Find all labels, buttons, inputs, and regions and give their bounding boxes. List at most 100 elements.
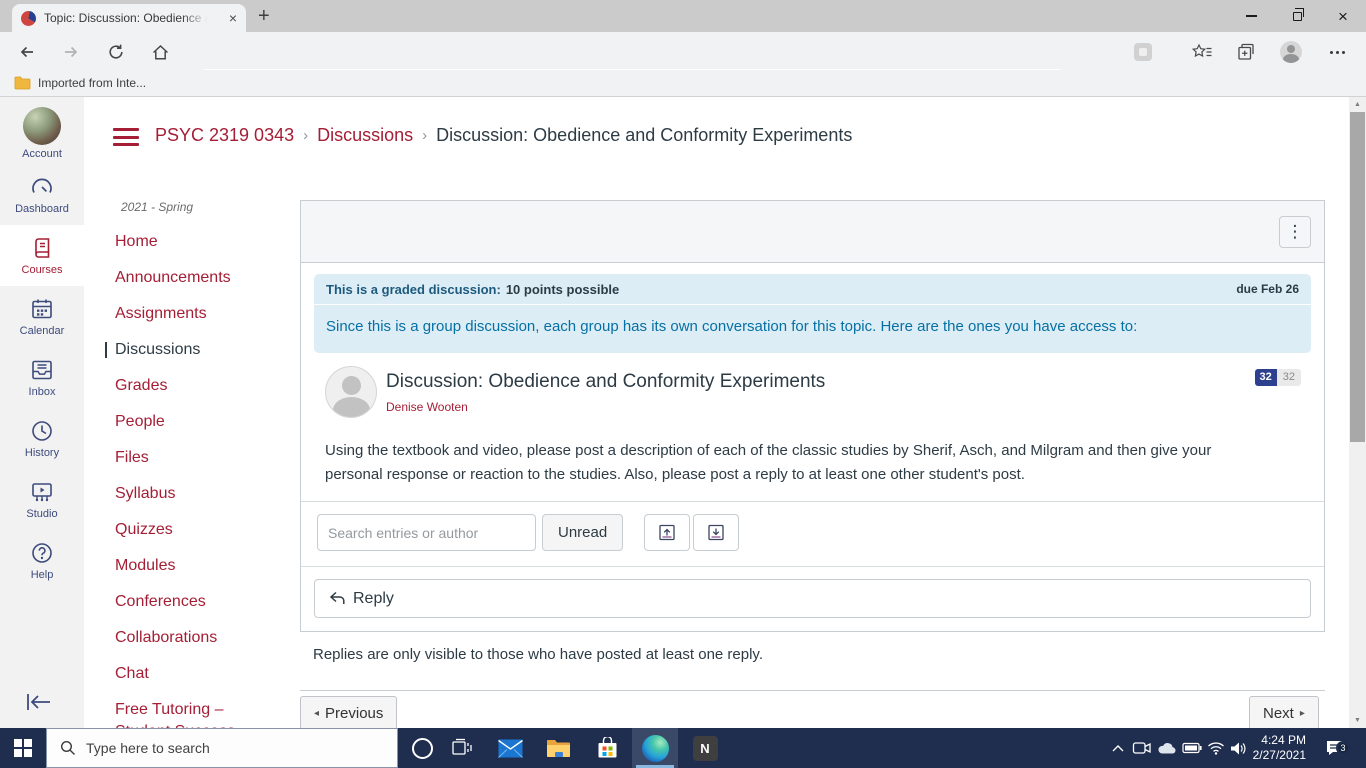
search-entries-input[interactable] [317,514,536,551]
course-nav-syllabus[interactable]: Syllabus [115,486,295,502]
mail-app-button[interactable] [487,728,533,768]
page-scrollbar[interactable]: ▲ ▼ [1349,97,1366,728]
menu-button[interactable] [1324,39,1350,65]
restore-icon [1292,8,1305,21]
forward-button[interactable] [58,39,84,65]
due-date: due Feb 26 [1236,282,1299,296]
reply-placeholder: Reply [353,589,394,607]
dashboard-icon [32,178,52,193]
minimize-icon [1245,15,1257,17]
chevron-up-icon [1112,744,1124,751]
scrollbar-thumb[interactable] [1350,112,1365,442]
discussion-title: Discussion: Obedience and Conformity Exp… [386,371,826,392]
notification-count-badge: 3 [1336,741,1350,755]
course-nav-home[interactable]: Home [115,234,295,250]
sidebar-item-inbox[interactable]: Inbox [0,347,84,408]
next-button[interactable]: Next ▸ [1249,696,1319,728]
action-center-button[interactable]: 3 [1318,728,1352,768]
course-nav-modules[interactable]: Modules [115,558,295,574]
collapse-nav-button[interactable] [22,690,56,714]
expand-replies-button[interactable] [693,514,739,551]
course-nav-free-tutoring[interactable]: Free Tutoring – Student Success [115,702,295,729]
breadcrumb-separator-icon: › [303,127,309,144]
minimize-button[interactable] [1228,0,1274,32]
microsoft-store-button[interactable] [584,728,630,768]
meet-now-button[interactable] [1130,728,1154,768]
home-icon [152,44,168,60]
browser-tab[interactable]: Topic: Discussion: Obedience and × [12,4,246,32]
microsoft-store-icon [598,736,616,757]
edge-app-button[interactable] [632,728,678,768]
sidebar-item-calendar[interactable]: Calendar [0,286,84,347]
course-nav-conferences[interactable]: Conferences [115,594,295,610]
discussion-options-button[interactable]: ⋮ [1279,216,1311,248]
discussion-toolbar [301,201,1324,263]
canvas-page: Account Dashboard Courses Calendar Inbox… [0,97,1366,728]
wifi-button[interactable] [1204,728,1228,768]
arrow-up-to-top-icon [659,524,675,540]
collections-button[interactable] [1233,39,1259,65]
new-tab-button[interactable]: + [258,5,270,28]
tab-close-icon[interactable]: × [229,11,237,25]
close-icon: × [1338,6,1348,26]
taskbar-clock[interactable]: 4:24 PM 2/27/2021 [1244,728,1306,768]
account-avatar [23,107,61,145]
refresh-button[interactable] [103,39,129,65]
file-explorer-button[interactable] [535,728,581,768]
task-view-button[interactable] [439,728,485,768]
unread-filter-button[interactable]: Unread [542,514,624,551]
course-nav-people[interactable]: People [115,414,295,430]
close-button[interactable]: × [1320,0,1366,32]
battery-button[interactable] [1180,728,1204,768]
arrow-down-to-bottom-icon [708,524,724,540]
course-navigation: Home Announcements Assignments Discussio… [105,234,295,729]
profile-button[interactable] [1278,39,1304,65]
taskbar-search-input[interactable] [86,740,366,756]
breadcrumb-current: Discussion: Obedience and Conformity Exp… [436,125,853,145]
course-nav-files[interactable]: Files [115,450,295,466]
course-nav-collaborations[interactable]: Collaborations [115,630,295,646]
scroll-down-icon[interactable]: ▼ [1349,713,1366,728]
course-nav-assignments[interactable]: Assignments [115,306,295,322]
previous-button[interactable]: ◂ Previous [300,696,398,728]
favorites-button[interactable] [1189,39,1215,65]
replies-visibility-note: Replies are only visible to those who ha… [313,646,763,663]
discussion-author-link[interactable]: Denise Wooten [386,400,468,414]
windows-taskbar: N 4:24 PM 2/27/2021 3 [0,728,1366,768]
sidebar-item-dashboard[interactable]: Dashboard [0,164,84,225]
ellipsis-icon [1329,50,1345,54]
graded-discussion-alert: This is a graded discussion: 10 points p… [314,274,1311,353]
course-nav-chat[interactable]: Chat [115,666,295,682]
course-nav-quizzes[interactable]: Quizzes [115,522,295,538]
course-menu-toggle[interactable] [113,128,139,146]
studio-icon [32,483,52,502]
course-nav-grades[interactable]: Grades [115,378,295,394]
start-button[interactable] [0,728,46,768]
divider [300,690,1325,691]
bookmark-folder-label[interactable]: Imported from Inte... [38,76,146,90]
course-nav-discussions[interactable]: Discussions [105,342,295,358]
restore-button[interactable] [1274,0,1320,32]
taskbar-search[interactable] [46,728,398,768]
collapse-replies-button[interactable] [644,514,690,551]
reply-field[interactable]: Reply [314,579,1311,618]
collapse-arrow-icon [27,694,50,710]
onedrive-button[interactable] [1154,728,1180,768]
scroll-up-icon[interactable]: ▲ [1349,97,1366,112]
tray-overflow-button[interactable] [1106,728,1130,768]
back-icon [20,46,33,58]
sidebar-item-studio[interactable]: Studio [0,469,84,530]
breadcrumb-discussions-link[interactable]: Discussions [317,125,413,146]
back-button[interactable] [14,39,40,65]
extension-icon[interactable] [1130,39,1156,65]
breadcrumb-course-link[interactable]: PSYC 2319 0343 [155,125,294,146]
course-nav-announcements[interactable]: Announcements [115,270,295,286]
sidebar-item-help[interactable]: Help [0,530,84,591]
sidebar-item-account[interactable]: Account [0,103,84,164]
notepad-app-button[interactable]: N [682,728,728,768]
sidebar-item-courses[interactable]: Courses [0,225,84,286]
home-button[interactable] [147,39,173,65]
sidebar-item-history[interactable]: History [0,408,84,469]
folder-icon [14,76,31,90]
mail-icon [497,739,523,758]
